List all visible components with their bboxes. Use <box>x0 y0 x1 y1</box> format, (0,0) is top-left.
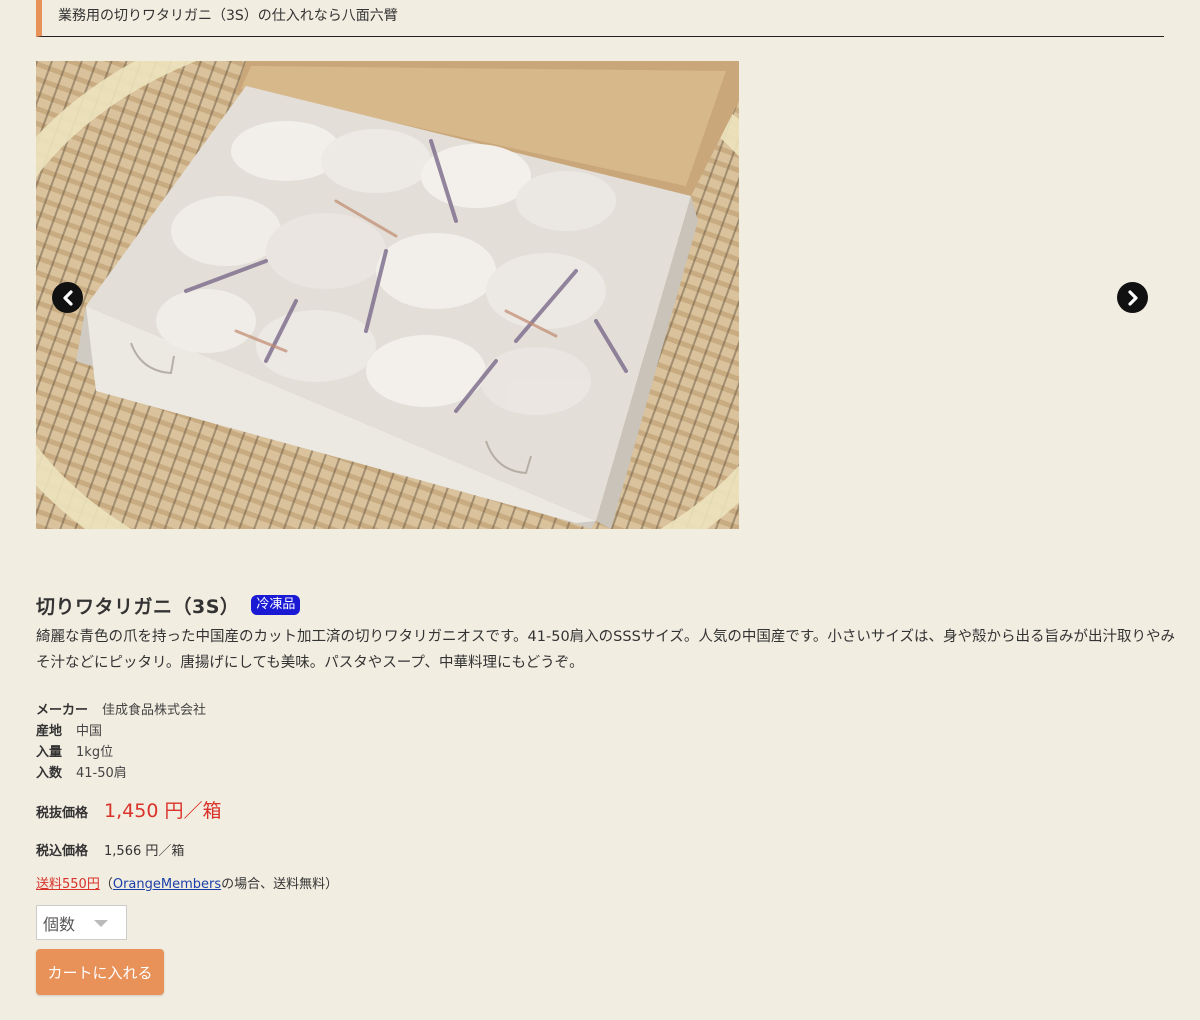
shipping-note-close: の場合、送料無料） <box>221 877 339 892</box>
orange-members-link[interactable]: OrangeMembers <box>113 877 221 892</box>
add-to-cart-button[interactable]: カートに入れる <box>36 949 164 995</box>
shipping-info: 送料550円（OrangeMembersの場合、送料無料） <box>36 873 338 892</box>
gallery-prev-button[interactable] <box>52 282 83 313</box>
spec-label: 入量 <box>36 745 63 760</box>
gallery-next-button[interactable] <box>1117 282 1148 313</box>
chevron-left-icon <box>61 289 75 306</box>
product-description: 綺麗な青色の爪を持った中国産のカット加工済の切りワタリガニオスです。41-50肩… <box>36 629 1175 671</box>
spec-row-count: 入数 41-50肩 <box>36 763 206 784</box>
spec-value: 1kg位 <box>76 745 114 760</box>
chevron-right-icon <box>1126 289 1140 306</box>
shipping-note-open: （ <box>99 877 113 892</box>
price-incl-tax-row: 税込価格 1,566 円／箱 <box>36 840 184 859</box>
price-excl-tax-label: 税抜価格 <box>36 806 89 821</box>
quantity-select[interactable]: 個数 <box>36 905 127 940</box>
spec-label: 入数 <box>36 766 63 781</box>
spec-value: 41-50肩 <box>76 766 127 781</box>
spec-value: 佳成食品株式会社 <box>102 703 207 718</box>
spec-row-weight: 入量 1kg位 <box>36 742 206 763</box>
product-name: 切りワタリガニ（3S） <box>36 595 240 618</box>
page-title-bar: 業務用の切りワタリガニ（3S）の仕入れなら八面六臂 <box>36 0 1164 37</box>
product-specs: メーカー 佳成食品株式会社 産地 中国 入量 1kg位 入数 41-50肩 <box>36 700 206 784</box>
shipping-fee-link[interactable]: 送料550円 <box>36 877 100 892</box>
price-incl-tax-value: 1,566 円／箱 <box>104 844 185 859</box>
spec-row-origin: 産地 中国 <box>36 721 206 742</box>
spec-row-maker: メーカー 佳成食品株式会社 <box>36 700 206 721</box>
spec-label: メーカー <box>36 703 89 718</box>
quantity-select-value: 個数 <box>43 914 76 934</box>
spec-label: 産地 <box>36 724 63 739</box>
product-image <box>36 61 739 529</box>
page-title: 業務用の切りワタリガニ（3S）の仕入れなら八面六臂 <box>58 8 398 24</box>
price-excl-tax-row: 税抜価格 1,450 円／箱 <box>36 796 221 823</box>
price-incl-tax-label: 税込価格 <box>36 844 89 859</box>
price-excl-tax-value: 1,450 円／箱 <box>104 800 222 822</box>
chevron-down-icon <box>94 920 108 927</box>
frozen-badge: 冷凍品 <box>251 595 301 615</box>
spec-value: 中国 <box>76 724 103 739</box>
product-title-row: 切りワタリガニ（3S） 冷凍品 <box>36 592 301 618</box>
